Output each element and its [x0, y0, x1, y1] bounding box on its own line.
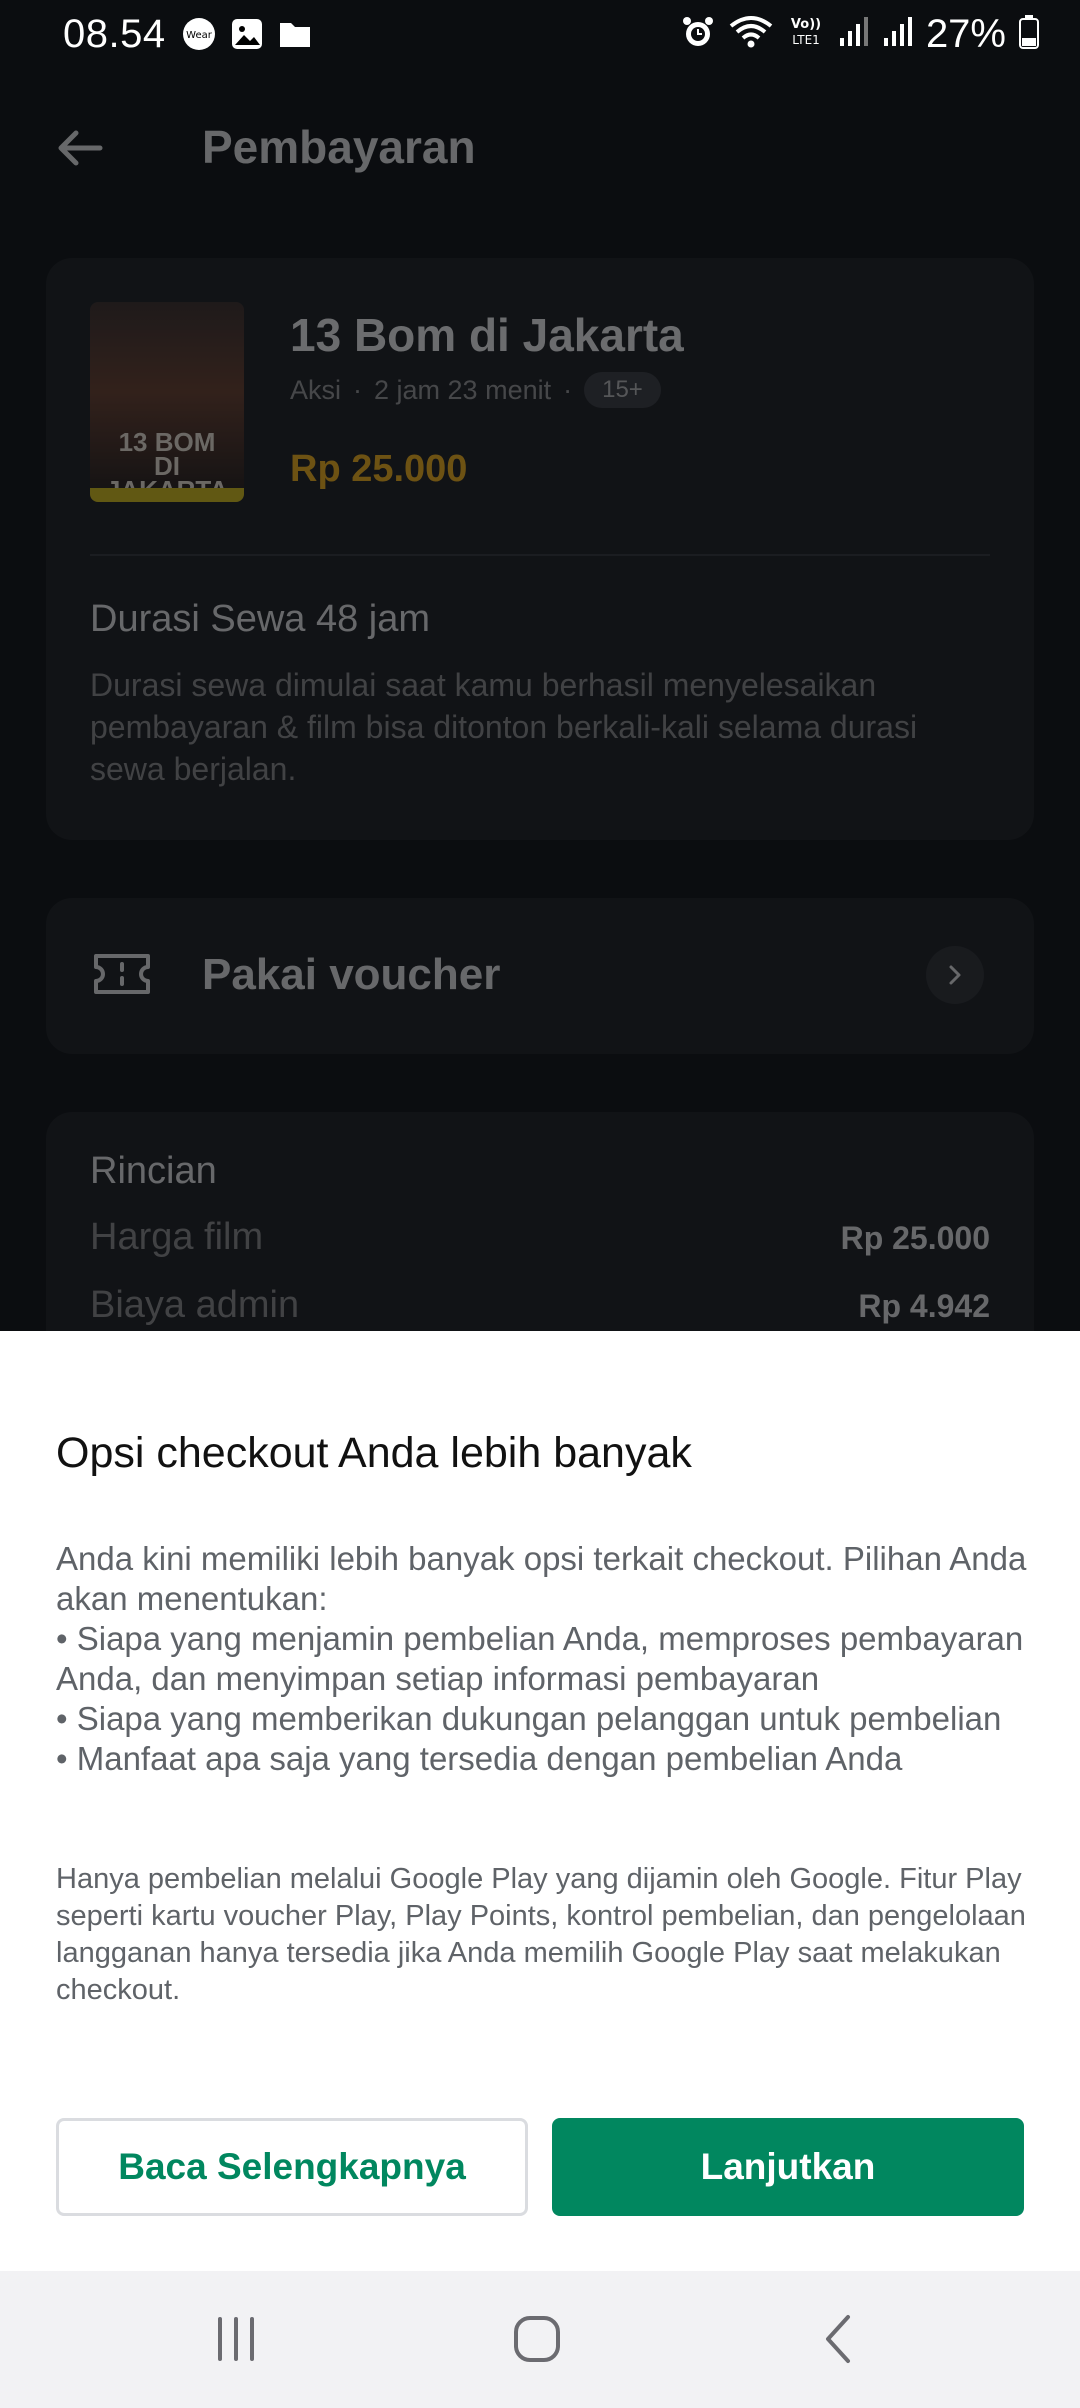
detail-value: Rp 4.942	[858, 1288, 990, 1324]
signal-icon	[882, 14, 914, 55]
meta-separator: ·	[563, 374, 573, 405]
movie-meta: Aksi · 2 jam 23 menit · 15+	[290, 372, 661, 408]
svg-text:Wear: Wear	[186, 30, 213, 41]
movie-poster: 13 BOM DI JAKARTA	[90, 302, 244, 502]
status-right-icons: Vo)) LTE1 27%	[680, 12, 1040, 57]
continue-button[interactable]: Lanjutkan	[552, 2118, 1024, 2216]
svg-text:LTE1: LTE1	[792, 33, 820, 47]
status-bar: 08.54 Wear Vo)) LTE1 27%	[0, 0, 1080, 72]
battery-icon	[1018, 14, 1040, 55]
battery-percent: 27%	[925, 12, 1006, 56]
movie-title: 13 Bom di Jakarta	[290, 309, 684, 361]
signal-icon	[838, 14, 870, 55]
wifi-icon	[728, 14, 774, 55]
recent-apps-icon[interactable]	[206, 2309, 266, 2369]
status-time: 08.54	[63, 12, 166, 56]
voucher-label: Pakai voucher	[202, 950, 501, 999]
detail-value: Rp 25.000	[840, 1220, 990, 1256]
movie-price: Rp 25.000	[290, 448, 468, 490]
checkout-options-sheet: Opsi checkout Anda lebih banyak Anda kin…	[0, 1331, 1080, 2271]
volte-icon: Vo)) LTE1	[786, 14, 826, 55]
rating-badge: 15+	[584, 372, 661, 408]
movie-card: 13 BOM DI JAKARTA 13 Bom di Jakarta Aksi…	[46, 258, 1034, 840]
sheet-body: Anda kini memiliki lebih banyak opsi ter…	[56, 1539, 1036, 1779]
home-icon[interactable]	[507, 2309, 567, 2369]
rental-duration-desc: Durasi sewa dimulai saat kamu berhasil m…	[90, 667, 918, 787]
back-nav-icon[interactable]	[810, 2309, 870, 2369]
sheet-intro: Anda kini memiliki lebih banyak opsi ter…	[56, 1540, 1027, 1617]
movie-genre: Aksi	[290, 374, 342, 405]
poster-strip	[90, 488, 244, 502]
sheet-note: Hanya pembelian melalui Google Play yang…	[56, 1863, 1026, 2006]
wear-icon: Wear	[182, 17, 216, 51]
sheet-bullet: • Siapa yang memberikan dukungan pelangg…	[56, 1700, 1002, 1737]
divider	[90, 554, 990, 556]
app-header: Pembayaran	[0, 90, 1080, 200]
movie-length: 2 jam 23 menit	[374, 374, 552, 405]
voucher-row[interactable]: Pakai voucher	[46, 898, 1034, 1054]
svg-text:Vo)): Vo))	[791, 17, 821, 32]
image-icon	[230, 17, 264, 51]
status-left-icons: Wear	[182, 17, 312, 51]
system-nav-bar	[0, 2271, 1080, 2408]
chevron-right-icon[interactable]	[926, 946, 984, 1004]
detail-label: Biaya admin	[90, 1284, 300, 1326]
ticket-icon	[90, 942, 154, 1006]
detail-label: Harga film	[90, 1216, 264, 1258]
alarm-icon	[680, 14, 716, 55]
detail-row: Harga film Rp 25.000	[90, 1216, 990, 1259]
sheet-bullet: • Siapa yang menjamin pembelian Anda, me…	[56, 1620, 1024, 1697]
back-arrow-icon[interactable]	[50, 118, 110, 178]
detail-row: Biaya admin Rp 4.942	[90, 1284, 990, 1327]
sheet-title: Opsi checkout Anda lebih banyak	[56, 1429, 692, 1477]
learn-more-button[interactable]: Baca Selengkapnya	[56, 2118, 528, 2216]
rental-duration-title: Durasi Sewa 48 jam	[90, 598, 431, 640]
details-title: Rincian	[90, 1150, 217, 1192]
page-title: Pembayaran	[202, 121, 476, 173]
meta-separator: ·	[353, 374, 363, 405]
folder-icon	[278, 17, 312, 51]
sheet-bullet: • Manfaat apa saja yang tersedia dengan …	[56, 1740, 903, 1777]
